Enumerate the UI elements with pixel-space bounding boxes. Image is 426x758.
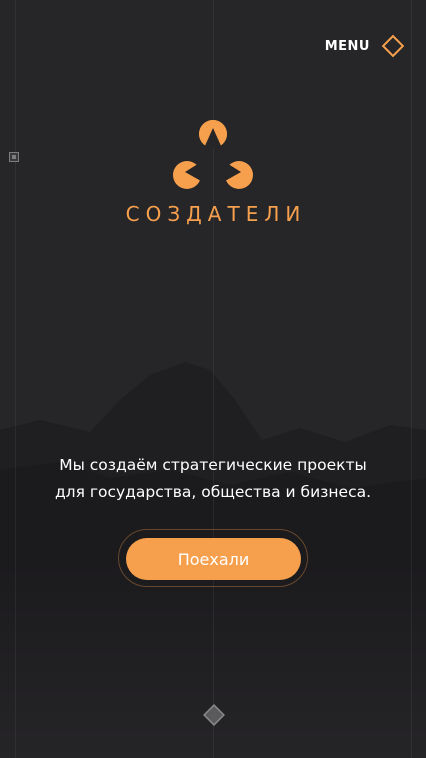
- brand-logo: СОЗДАТЕЛИ: [0, 118, 426, 226]
- diamond-icon: [381, 34, 405, 58]
- menu-button[interactable]: MENU: [325, 32, 406, 60]
- tagline-line-1: Мы создаём стратегические проекты: [59, 456, 367, 474]
- tagline-line-2: для государства, общества и бизнеса.: [54, 483, 372, 501]
- start-button[interactable]: Поехали: [126, 538, 301, 580]
- menu-label: MENU: [324, 38, 370, 54]
- hero-tagline: Мы создаём стратегические проекты для го…: [20, 452, 406, 506]
- triangle-circles-logo-icon: [173, 120, 253, 189]
- grid-line: [411, 0, 412, 758]
- grid-line: [15, 0, 16, 758]
- grid-line: [213, 0, 214, 758]
- diamond-down-icon[interactable]: [201, 702, 227, 728]
- brand-name: СОЗДАТЕЛИ: [125, 202, 307, 226]
- background: [0, 0, 426, 758]
